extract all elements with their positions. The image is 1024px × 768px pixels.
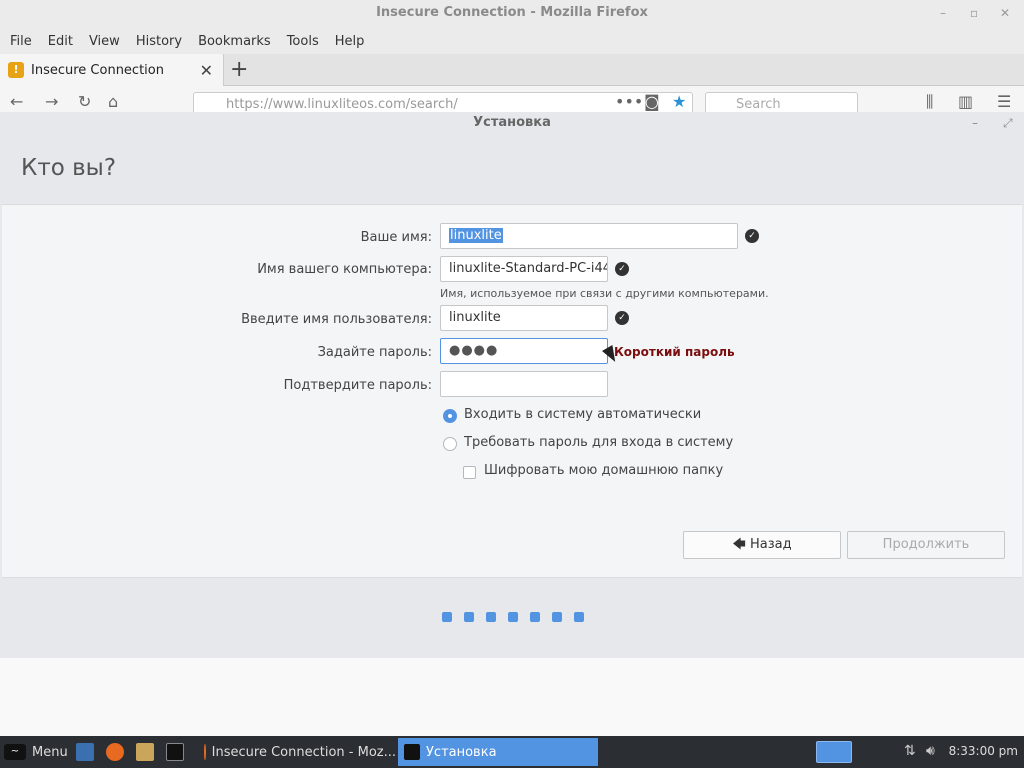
auto-login-label[interactable]: Входить в систему автоматически bbox=[464, 407, 701, 422]
progress-step bbox=[442, 612, 452, 622]
firefox-icon bbox=[204, 744, 206, 760]
page-title: Кто вы? bbox=[21, 155, 117, 181]
installer-title: Установка bbox=[473, 115, 551, 130]
menu-help[interactable]: Help bbox=[329, 34, 371, 49]
menu-edit[interactable]: Edit bbox=[42, 34, 79, 49]
search-placeholder: Search bbox=[736, 97, 781, 112]
progress-step bbox=[530, 612, 540, 622]
username-value: linuxlite bbox=[449, 310, 501, 325]
back-arrow-icon: 🡄 bbox=[732, 537, 746, 552]
file-manager-launcher-icon[interactable] bbox=[136, 743, 154, 761]
menu-file[interactable]: File bbox=[4, 34, 38, 49]
step-progress-indicator bbox=[442, 612, 596, 622]
back-icon[interactable]: ← bbox=[10, 92, 23, 111]
confirm-password-label: Подтвердите пароль: bbox=[283, 378, 432, 393]
search-input[interactable]: Search bbox=[705, 92, 858, 112]
confirm-password-field[interactable] bbox=[440, 371, 608, 397]
home-icon[interactable]: ⌂ bbox=[108, 92, 118, 111]
close-tab-icon[interactable]: ✕ bbox=[200, 61, 213, 80]
volume-icon[interactable]: 🔊︎ bbox=[926, 743, 935, 759]
terminal-launcher-icon[interactable] bbox=[166, 743, 184, 761]
installer-title-bar: Установка – ⤢ bbox=[0, 112, 1024, 134]
password-value: ●●●● bbox=[449, 343, 499, 358]
require-password-radio[interactable] bbox=[443, 437, 457, 451]
firefox-window-title: Insecure Connection - Mozilla Firefox bbox=[376, 5, 648, 20]
sidebar-icon[interactable]: ▥ bbox=[958, 92, 973, 111]
username-field[interactable]: linuxlite bbox=[440, 305, 608, 331]
computer-name-value: linuxlite-Standard-PC-i440 bbox=[449, 261, 608, 276]
password-label: Задайте пароль: bbox=[317, 345, 432, 360]
dialog-footer-area bbox=[0, 658, 1024, 736]
password-field[interactable]: ●●●● bbox=[440, 338, 608, 364]
url-text: https://www.linuxliteos.com/search/ bbox=[226, 97, 458, 112]
workspace-switcher[interactable] bbox=[816, 741, 852, 763]
minimize-icon[interactable]: – bbox=[940, 0, 946, 26]
forward-icon[interactable]: → bbox=[45, 92, 58, 111]
task-firefox[interactable]: Insecure Connection - Moz... bbox=[198, 738, 396, 766]
close-icon[interactable]: ✕ bbox=[1000, 0, 1010, 26]
firefox-launcher-icon[interactable] bbox=[106, 743, 124, 761]
computer-name-field[interactable]: linuxlite-Standard-PC-i440 bbox=[440, 256, 608, 282]
progress-step bbox=[574, 612, 584, 622]
maximize-icon[interactable]: ▫ bbox=[970, 0, 978, 26]
firefox-tab-bar: ! Insecure Connection ✕ + bbox=[0, 54, 1024, 86]
username-label: Введите имя пользователя: bbox=[241, 312, 432, 327]
firefox-title-bar: Insecure Connection - Mozilla Firefox – … bbox=[0, 0, 1024, 28]
tab-insecure-connection[interactable]: ! Insecure Connection ✕ bbox=[0, 54, 224, 86]
maximize-icon[interactable]: ⤢ bbox=[1003, 112, 1013, 134]
menu-view[interactable]: View bbox=[83, 34, 126, 49]
progress-step bbox=[464, 612, 474, 622]
firefox-nav-bar: ← → ↻ ⌂ https://www.linuxliteos.com/sear… bbox=[0, 86, 1024, 112]
password-strength-text: Короткий пароль bbox=[614, 345, 735, 359]
encrypt-home-checkbox[interactable] bbox=[463, 466, 476, 479]
name-field[interactable]: linuxlite bbox=[440, 223, 738, 249]
menu-history[interactable]: History bbox=[130, 34, 188, 49]
back-button-label: Назад bbox=[749, 537, 792, 552]
minimize-icon[interactable]: – bbox=[972, 112, 978, 134]
name-label: Ваше имя: bbox=[360, 230, 432, 245]
computer-name-label: Имя вашего компьютера: bbox=[257, 262, 432, 277]
computer-name-hint: Имя, используемое при связи с другими ко… bbox=[440, 287, 769, 300]
page-actions-icon[interactable]: ••• bbox=[615, 92, 643, 111]
checkmark-icon: ✓ bbox=[745, 229, 759, 243]
checkmark-icon: ✓ bbox=[615, 311, 629, 325]
checkmark-icon: ✓ bbox=[615, 262, 629, 276]
menu-bookmarks[interactable]: Bookmarks bbox=[192, 34, 277, 49]
library-icon[interactable]: ⫼ bbox=[926, 92, 933, 112]
progress-step bbox=[486, 612, 496, 622]
installer-icon bbox=[404, 744, 420, 760]
hamburger-menu-icon[interactable]: ☰ bbox=[997, 92, 1011, 111]
start-menu-button[interactable]: ~ Menu bbox=[0, 736, 68, 768]
continue-button[interactable]: Продолжить bbox=[847, 531, 1005, 559]
progress-step bbox=[508, 612, 518, 622]
back-button[interactable]: 🡄 Назад bbox=[683, 531, 841, 559]
user-form-panel: Ваше имя: linuxlite ✓ Имя вашего компьют… bbox=[2, 204, 1022, 578]
installer-dialog: Установка – ⤢ Кто вы? Ваше имя: linuxlit… bbox=[0, 112, 1024, 736]
new-tab-icon[interactable]: + bbox=[230, 57, 248, 82]
require-password-label[interactable]: Требовать пароль для входа в систему bbox=[464, 435, 733, 450]
task-installer[interactable]: Установка bbox=[398, 738, 598, 766]
firefox-menubar: File Edit View History Bookmarks Tools H… bbox=[0, 28, 1024, 54]
warning-icon: ! bbox=[8, 62, 24, 78]
continue-button-label: Продолжить bbox=[882, 537, 970, 552]
clock[interactable]: 8:33:00 pm bbox=[949, 744, 1018, 758]
progress-step bbox=[552, 612, 562, 622]
desktop-launcher-icon[interactable] bbox=[76, 743, 94, 761]
reload-icon[interactable]: ↻ bbox=[78, 92, 91, 111]
menu-tools[interactable]: Tools bbox=[281, 34, 325, 49]
linux-lite-logo-icon: ~ bbox=[4, 744, 26, 760]
name-value: linuxlite bbox=[449, 228, 503, 243]
pocket-icon[interactable]: ◙ bbox=[644, 92, 660, 111]
task-installer-label: Установка bbox=[426, 744, 497, 760]
tab-title: Insecure Connection bbox=[31, 62, 164, 78]
auto-login-radio[interactable] bbox=[443, 409, 457, 423]
start-menu-label: Menu bbox=[32, 744, 68, 760]
taskbar: ~ Menu Insecure Connection - Moz... Уста… bbox=[0, 736, 1024, 768]
bookmark-star-icon[interactable]: ★ bbox=[672, 92, 686, 111]
encrypt-home-label[interactable]: Шифровать мою домашнюю папку bbox=[484, 463, 723, 478]
task-firefox-label: Insecure Connection - Moz... bbox=[211, 744, 396, 760]
network-icon[interactable]: ⇅ bbox=[904, 743, 916, 759]
